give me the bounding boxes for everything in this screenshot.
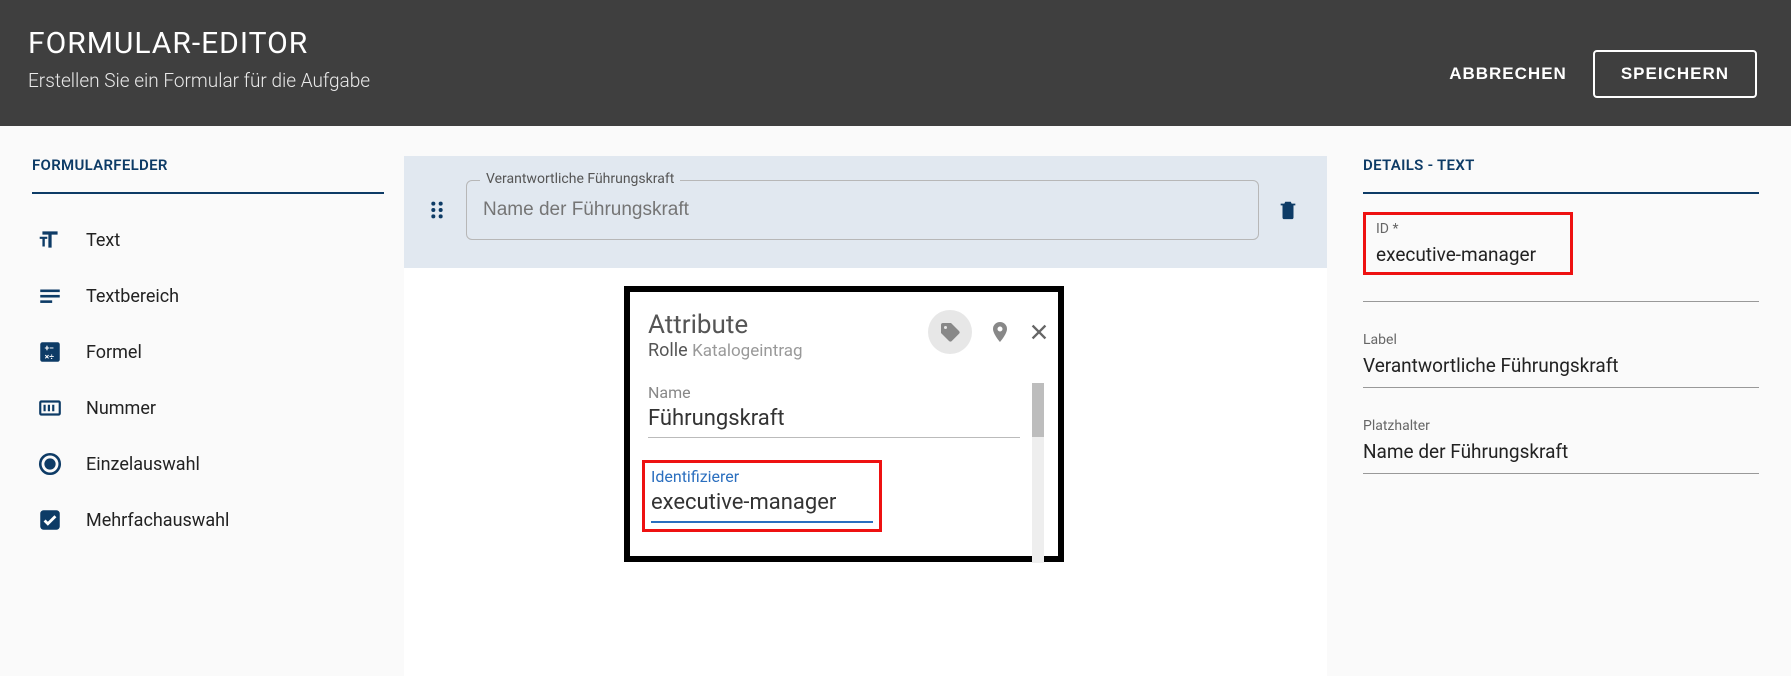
identifier-highlight: Identifizierer executive-manager <box>642 460 882 532</box>
tag-icon <box>938 320 962 344</box>
popup-name-field[interactable]: Name Führungskraft <box>648 383 1020 438</box>
header-titles: FORMULAR-EDITOR Erstellen Sie ein Formul… <box>28 26 370 92</box>
details-id-highlight: ID * executive-manager <box>1363 212 1573 275</box>
field-type-label: Text <box>86 230 120 251</box>
field-type-textarea[interactable]: Textbereich <box>32 268 384 324</box>
popup-identifier-label: Identifizierer <box>651 467 873 486</box>
details-title: DETAILS - TEXT <box>1363 156 1759 194</box>
close-icon <box>1028 321 1050 343</box>
field-type-number[interactable]: Nummer <box>32 380 384 436</box>
tag-tab-button[interactable] <box>928 310 972 354</box>
save-button[interactable]: SPEICHERN <box>1593 50 1757 98</box>
popup-title-block: Attribute Rolle Katalogeintrag <box>648 310 803 361</box>
textarea-icon <box>36 282 64 310</box>
details-label-value: Verantwortliche Führungskraft <box>1363 354 1759 388</box>
popup-subtitle-strong: Rolle <box>648 340 688 361</box>
sidebar-title: FORMULARFELDER <box>32 156 384 194</box>
field-type-text[interactable]: Text <box>32 212 384 268</box>
form-fields-sidebar: FORMULARFELDER Text Textbereich +−×÷ For… <box>24 156 404 548</box>
header-actions: ABBRECHEN SPEICHERN <box>1449 50 1757 98</box>
details-id-row: ID * executive-manager <box>1363 212 1759 302</box>
text-icon <box>36 226 64 254</box>
popup-close-button[interactable] <box>1028 321 1050 343</box>
page-subtitle: Erstellen Sie ein Formular für die Aufga… <box>28 69 370 92</box>
details-label-label: Label <box>1363 332 1759 348</box>
popup-name-value: Führungskraft <box>648 406 1020 438</box>
field-type-label: Einzelauswahl <box>86 454 200 475</box>
popup-toolbar <box>928 310 1050 354</box>
page-title: FORMULAR-EDITOR <box>28 26 370 61</box>
popup-name-label: Name <box>648 383 1020 402</box>
details-id-label: ID * <box>1376 221 1560 237</box>
svg-text:×÷: ×÷ <box>45 353 55 363</box>
details-panel: DETAILS - TEXT ID * executive-manager La… <box>1327 156 1767 504</box>
radio-icon <box>36 450 64 478</box>
field-type-label: Textbereich <box>86 286 179 307</box>
popup-subtitle: Rolle Katalogeintrag <box>648 340 803 361</box>
form-canvas: Verantwortliche Führungskraft Attribute … <box>404 156 1327 676</box>
details-placeholder-value: Name der Führungskraft <box>1363 440 1759 474</box>
popup-subtitle-light: Katalogeintrag <box>692 341 802 361</box>
popup-scrollbar[interactable] <box>1032 383 1044 563</box>
location-pin-icon <box>988 318 1012 346</box>
popup-body: Name Führungskraft Identifizierer execut… <box>648 383 1050 532</box>
checkbox-icon <box>36 506 64 534</box>
formula-icon: +−×÷ <box>36 338 64 366</box>
attribute-popup: Attribute Rolle Katalogeintrag <box>624 286 1064 562</box>
app-header: FORMULAR-EDITOR Erstellen Sie ein Formul… <box>0 0 1791 126</box>
field-type-radio[interactable]: Einzelauswahl <box>32 436 384 492</box>
details-id-value[interactable]: executive-manager <box>1376 243 1560 268</box>
field-type-list: Text Textbereich +−×÷ Formel Nummer <box>32 212 384 548</box>
field-type-formula[interactable]: +−×÷ Formel <box>32 324 384 380</box>
field-shell: Verantwortliche Führungskraft <box>466 180 1259 240</box>
popup-identifier-field[interactable]: Identifizierer executive-manager <box>651 467 873 523</box>
field-type-checkbox[interactable]: Mehrfachauswahl <box>32 492 384 548</box>
details-placeholder-label: Platzhalter <box>1363 418 1759 434</box>
field-input[interactable] <box>466 180 1259 240</box>
id-underline <box>1363 301 1759 302</box>
details-placeholder-field[interactable]: Platzhalter Name der Führungskraft <box>1363 418 1759 474</box>
popup-title: Attribute <box>648 310 803 340</box>
details-label-field[interactable]: Label Verantwortliche Führungskraft <box>1363 332 1759 388</box>
field-type-label: Nummer <box>86 398 156 419</box>
field-type-label: Formel <box>86 342 142 363</box>
scrollbar-thumb[interactable] <box>1032 383 1044 437</box>
drag-handle-icon[interactable] <box>426 199 448 221</box>
trash-icon <box>1277 198 1299 222</box>
canvas-field-row[interactable]: Verantwortliche Führungskraft <box>404 156 1327 268</box>
number-icon <box>36 394 64 422</box>
main-layout: FORMULARFELDER Text Textbereich +−×÷ For… <box>0 126 1791 676</box>
location-tab-button[interactable] <box>988 318 1012 346</box>
popup-header: Attribute Rolle Katalogeintrag <box>648 310 1050 361</box>
field-floating-label: Verantwortliche Führungskraft <box>480 171 680 187</box>
field-type-label: Mehrfachauswahl <box>86 510 229 531</box>
popup-identifier-value: executive-manager <box>651 490 873 523</box>
cancel-button[interactable]: ABBRECHEN <box>1449 64 1567 84</box>
delete-field-button[interactable] <box>1277 198 1299 222</box>
